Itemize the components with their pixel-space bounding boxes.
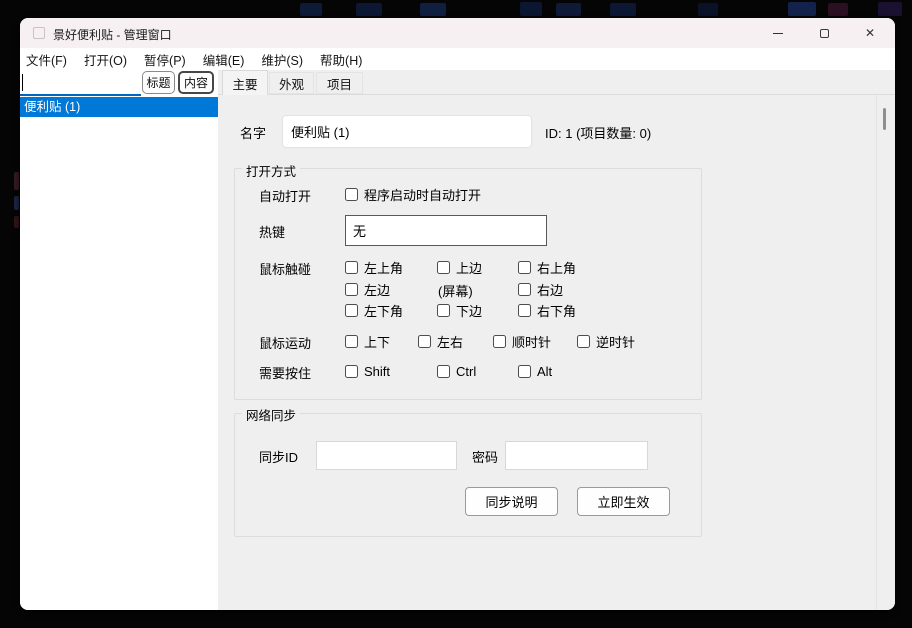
touch-top-right-option[interactable]: 右上角: [518, 257, 576, 277]
network-sync-group: [234, 413, 702, 537]
window-controls: ✕: [755, 18, 893, 48]
touch-top-right-checkbox[interactable]: [518, 261, 531, 274]
background-artifact: [698, 3, 718, 16]
background-artifact: [828, 3, 848, 16]
minimize-button[interactable]: [755, 18, 801, 48]
touch-bottom-right-option[interactable]: 右下角: [518, 300, 576, 320]
touch-top-checkbox[interactable]: [437, 261, 450, 274]
maximize-button[interactable]: [801, 18, 847, 48]
open-method-legend: 打开方式: [242, 161, 300, 180]
modifier-ctrl-option[interactable]: Ctrl: [437, 361, 476, 381]
background-artifact: [14, 196, 19, 210]
filter-content-button[interactable]: 内容: [178, 71, 214, 94]
name-input[interactable]: [282, 115, 532, 148]
app-icon: [33, 27, 45, 39]
network-sync-legend: 网络同步: [242, 405, 300, 424]
motion-clockwise-checkbox[interactable]: [493, 335, 506, 348]
maximize-icon: [820, 29, 829, 38]
motion-vertical-checkbox[interactable]: [345, 335, 358, 348]
background-artifact: [788, 2, 816, 16]
touch-bottom-checkbox[interactable]: [437, 304, 450, 317]
touch-bottom-left-checkbox[interactable]: [345, 304, 358, 317]
filter-title-button[interactable]: 标题: [142, 71, 175, 94]
menu-maintain[interactable]: 维护(S): [259, 50, 305, 69]
touch-top-left-option[interactable]: 左上角: [345, 257, 403, 277]
apply-now-button[interactable]: 立即生效: [577, 487, 670, 516]
list-item-note[interactable]: 便利贴 (1): [20, 97, 218, 117]
close-button[interactable]: ✕: [847, 18, 893, 48]
background-artifact: [878, 2, 902, 16]
menu-help[interactable]: 帮助(H): [318, 50, 364, 69]
scrollbar-thumb[interactable]: [883, 108, 886, 130]
touch-top-option[interactable]: 上边: [437, 257, 482, 277]
modifier-shift-checkbox[interactable]: [345, 365, 358, 378]
touch-bottom-right-checkbox[interactable]: [518, 304, 531, 317]
name-label: 名字: [240, 123, 266, 142]
auto-open-checkbox[interactable]: [345, 188, 358, 201]
background-artifact: [610, 3, 636, 16]
menu-pause[interactable]: 暂停(P): [142, 50, 188, 69]
motion-clockwise-option[interactable]: 顺时针: [493, 331, 551, 351]
tab-strip-border: [218, 94, 895, 95]
touch-bottom-option[interactable]: 下边: [437, 300, 482, 320]
modifier-alt-option[interactable]: Alt: [518, 361, 552, 381]
touch-bottom-left-option[interactable]: 左下角: [345, 300, 403, 320]
motion-counterclockwise-option[interactable]: 逆时针: [577, 331, 635, 351]
window-title: 景好便利贴 - 管理窗口: [53, 26, 172, 43]
screen-center-label: (屏幕): [438, 281, 473, 300]
auto-open-option[interactable]: 程序启动时自动打开: [345, 184, 481, 204]
touch-right-checkbox[interactable]: [518, 283, 531, 296]
touch-left-option[interactable]: 左边: [345, 279, 390, 299]
modifier-shift-option[interactable]: Shift: [345, 361, 390, 381]
background-artifact: [300, 3, 322, 16]
motion-vertical-option[interactable]: 上下: [345, 331, 390, 351]
close-icon: ✕: [865, 27, 875, 39]
motion-horizontal-checkbox[interactable]: [418, 335, 431, 348]
touch-top-left-checkbox[interactable]: [345, 261, 358, 274]
id-text: ID: 1 (项目数量: 0): [545, 123, 651, 142]
note-list-pane: [20, 70, 218, 610]
background-artifact: [14, 172, 19, 190]
scrollbar-track: [876, 95, 877, 610]
app-window: 景好便利贴 - 管理窗口 ✕ 文件(F) 打开(O) 暂停(P) 编辑(E) 维…: [20, 18, 895, 610]
modifier-alt-checkbox[interactable]: [518, 365, 531, 378]
password-input[interactable]: [505, 441, 648, 470]
tab-items[interactable]: 项目: [316, 72, 363, 94]
menu-open[interactable]: 打开(O): [82, 50, 129, 69]
minimize-icon: [773, 33, 783, 34]
motion-counterclockwise-checkbox[interactable]: [577, 335, 590, 348]
mouse-touch-label: 鼠标触碰: [259, 259, 311, 278]
mouse-motion-label: 鼠标运动: [259, 333, 311, 352]
sync-id-input[interactable]: [316, 441, 457, 470]
auto-open-label: 自动打开: [259, 186, 311, 205]
touch-right-option[interactable]: 右边: [518, 279, 563, 299]
sync-help-button[interactable]: 同步说明: [465, 487, 558, 516]
tab-appearance[interactable]: 外观: [269, 72, 314, 94]
motion-horizontal-option[interactable]: 左右: [418, 331, 463, 351]
background-artifact: [420, 3, 446, 16]
background-artifact: [556, 3, 581, 16]
background-artifact: [356, 3, 382, 16]
hotkey-label: 热键: [259, 222, 285, 241]
menu-file[interactable]: 文件(F): [24, 50, 69, 69]
tab-main[interactable]: 主要: [222, 70, 268, 95]
search-input[interactable]: [20, 70, 141, 96]
hotkey-input[interactable]: [345, 215, 547, 246]
title-bar[interactable]: 景好便利贴 - 管理窗口 ✕: [20, 18, 895, 48]
touch-left-checkbox[interactable]: [345, 283, 358, 296]
desktop-background: 景好便利贴 - 管理窗口 ✕ 文件(F) 打开(O) 暂停(P) 编辑(E) 维…: [0, 0, 912, 628]
background-artifact: [520, 2, 542, 16]
background-artifact: [14, 216, 19, 228]
modifier-label: 需要按住: [259, 363, 311, 382]
menu-bar: 文件(F) 打开(O) 暂停(P) 编辑(E) 维护(S) 帮助(H): [20, 48, 895, 70]
sync-id-label: 同步ID: [259, 447, 298, 466]
menu-edit[interactable]: 编辑(E): [201, 50, 247, 69]
text-caret: [22, 74, 23, 91]
password-label: 密码: [472, 447, 498, 466]
modifier-ctrl-checkbox[interactable]: [437, 365, 450, 378]
